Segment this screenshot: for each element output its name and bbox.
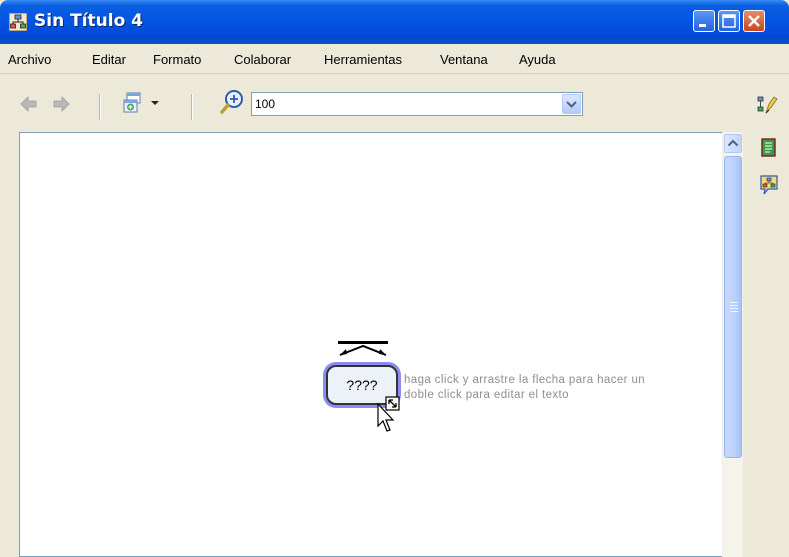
hint-text-line-2: doble click para editar el texto [404,389,569,401]
add-item-icon[interactable] [122,92,144,114]
close-button[interactable] [743,10,765,32]
menu-bar: Archivo Editar Formato Colaborar Herrami… [0,44,789,74]
grip-line [730,311,738,312]
maximize-icon [722,14,736,28]
menu-ayuda[interactable]: Ayuda [519,52,556,67]
app-icon [9,13,27,31]
toolbar-separator [99,94,101,120]
window-title: Sin Título 4 [34,11,143,31]
grip-line [730,302,738,303]
menu-colaborar[interactable]: Colaborar [234,52,291,67]
title-bar[interactable]: Sin Título 4 [0,0,789,44]
minimize-button[interactable] [693,10,715,32]
scroll-up-button[interactable] [724,134,742,153]
grip-line [730,305,738,306]
close-icon [748,15,760,27]
menu-archivo[interactable]: Archivo [8,52,51,67]
chevron-down-icon[interactable] [150,100,160,106]
chevron-up-icon [727,139,739,147]
menu-ventana[interactable]: Ventana [440,52,488,67]
toolbar-separator [191,94,193,120]
menu-formato[interactable]: Formato [153,52,201,67]
node-text[interactable]: ???? [328,377,396,393]
maximize-button[interactable] [718,10,740,32]
vertical-scrollbar[interactable] [722,132,743,557]
menu-herramientas[interactable]: Herramientas [324,52,402,67]
chevron-down-icon [566,101,577,108]
chat-map-icon[interactable] [759,174,779,196]
grip-line [730,308,738,309]
resize-handle-icon[interactable] [377,396,405,436]
notes-icon[interactable] [761,138,777,158]
zoom-value[interactable]: 100 [255,97,275,111]
scroll-thumb[interactable] [724,156,742,458]
hint-text-line-1: haga click y arrastre la flecha para hac… [404,374,646,386]
zoom-icon[interactable] [220,89,246,115]
connector-arrow[interactable] [338,341,388,357]
zoom-combo[interactable]: 100 [251,92,583,116]
menu-editar[interactable]: Editar [92,52,126,67]
forward-arrow-icon[interactable] [52,96,70,112]
minimize-icon [699,24,706,27]
style-toolbar-icon[interactable] [757,95,779,115]
zoom-dropdown-button[interactable] [562,94,581,114]
back-arrow-icon[interactable] [20,96,38,112]
